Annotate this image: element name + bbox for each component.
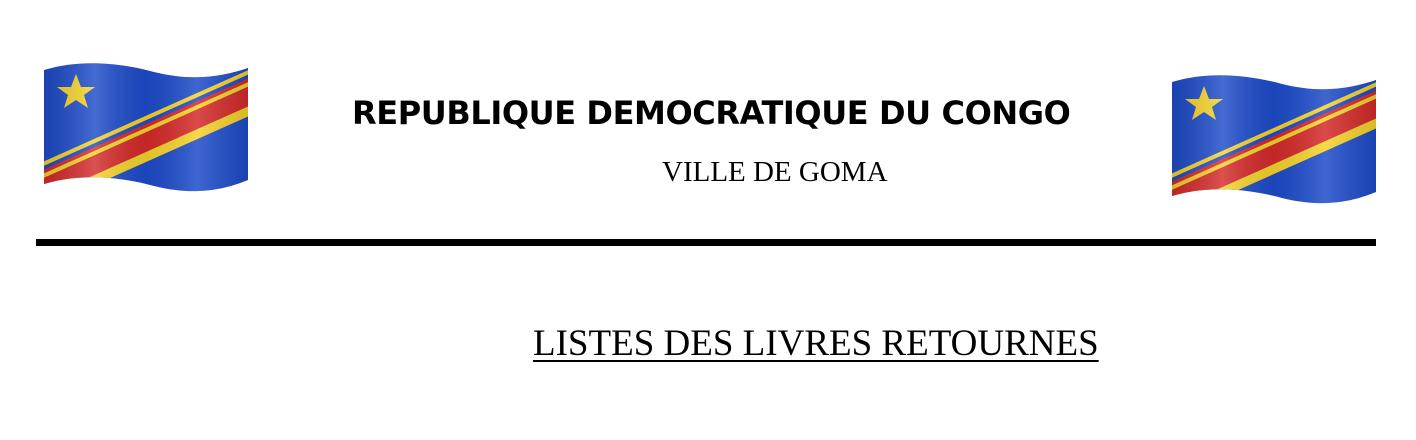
city-title: VILLE DE GOMA [662,156,888,188]
document-title: LISTES DES LIVRES RETOURNES [533,323,1099,364]
drc-flag-icon [1172,75,1376,204]
header-divider [36,239,1376,246]
